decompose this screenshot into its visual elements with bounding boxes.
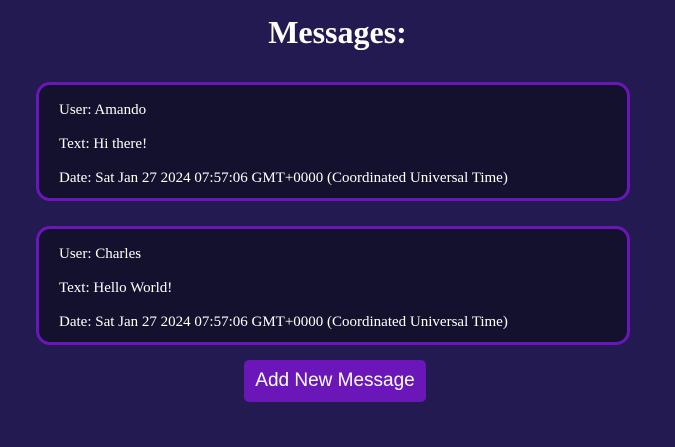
message-user: User: Amando [59,102,147,118]
page-title: Messages: [268,14,407,50]
message-date: Date: Sat Jan 27 2024 07:57:06 GMT+0000 … [59,170,508,186]
messages-page: Messages: User: Amando Text: Hi there! D… [0,0,675,447]
message-text: Text: Hi there! [59,136,148,152]
message-card: User: Amando Text: Hi there! Date: Sat J… [36,82,630,201]
add-new-message-button[interactable]: Add New Message [244,360,426,402]
message-user: User: Charles [59,246,142,262]
message-date: Date: Sat Jan 27 2024 07:57:06 GMT+0000 … [59,314,508,330]
message-text: Text: Hello World! [59,280,173,296]
message-card: User: Charles Text: Hello World! Date: S… [36,226,630,345]
